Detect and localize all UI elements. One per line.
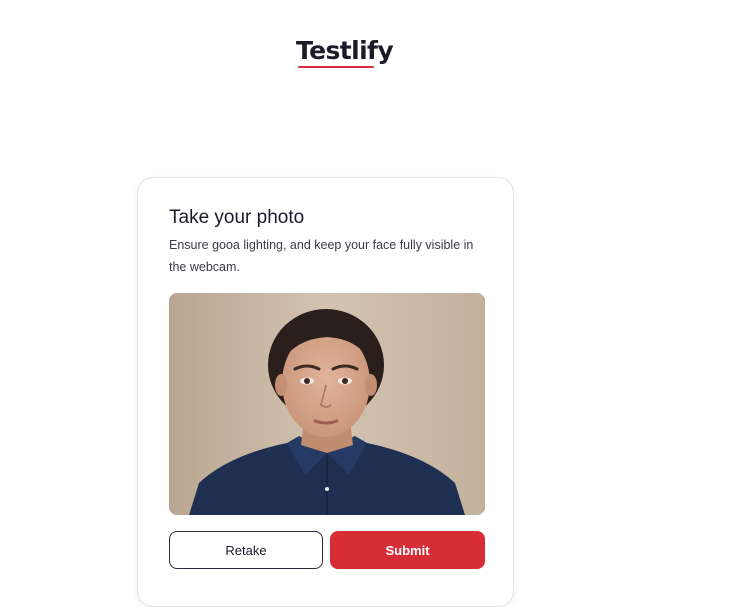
captured-photo bbox=[169, 293, 485, 515]
retake-button[interactable]: Retake bbox=[169, 531, 323, 569]
photo-capture-card: Take your photo Ensure gooa lighting, an… bbox=[137, 177, 514, 607]
logo-underline bbox=[298, 66, 374, 68]
submit-button[interactable]: Submit bbox=[330, 531, 485, 569]
card-instructions: Ensure gooa lighting, and keep your face… bbox=[169, 238, 474, 274]
brand-logo: Testlify bbox=[296, 33, 394, 73]
brand-name: Testlify bbox=[296, 36, 394, 65]
card-title: Take your photo bbox=[169, 207, 305, 228]
